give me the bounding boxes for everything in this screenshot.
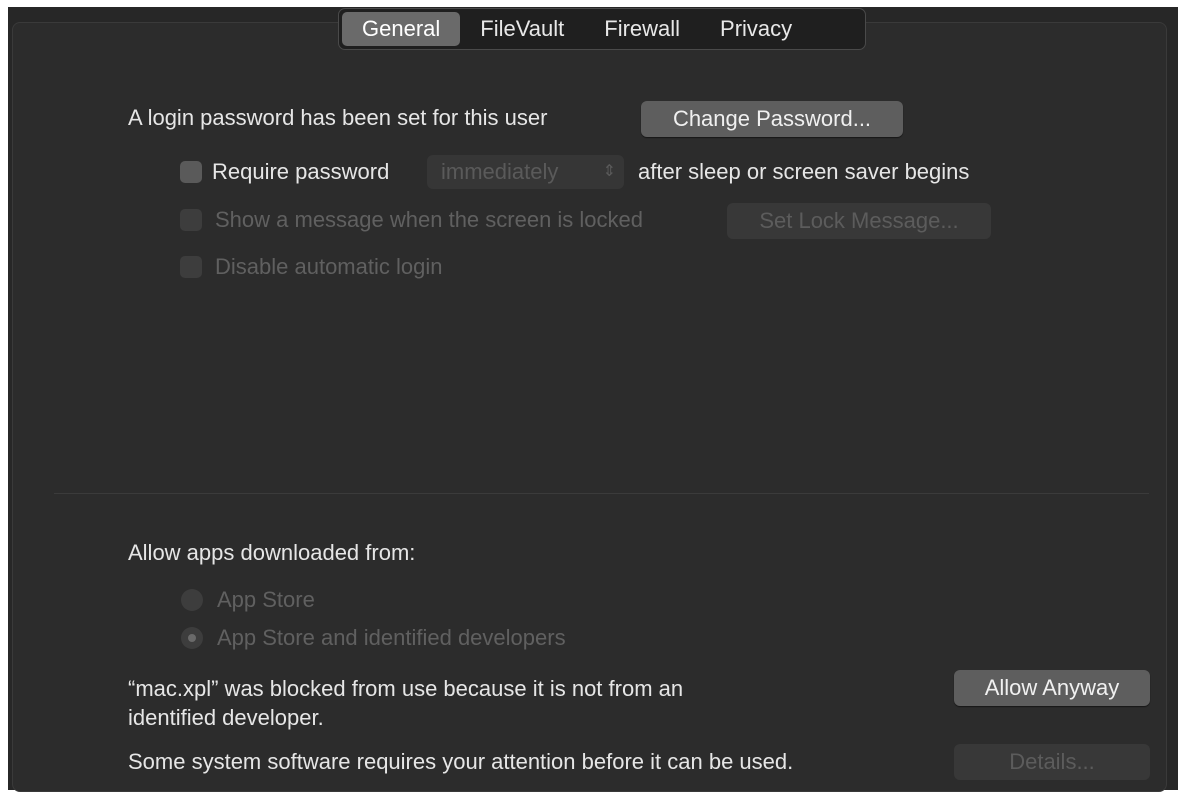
app-store-radio[interactable]	[181, 589, 203, 611]
tab-privacy[interactable]: Privacy	[700, 12, 812, 46]
app-store-identified-label: App Store and identified developers	[217, 625, 566, 650]
blocked-message-line1: “mac.xpl” was blocked from use because i…	[128, 676, 684, 701]
require-password-label: Require password	[212, 159, 390, 184]
tab-general[interactable]: General	[342, 12, 461, 46]
section-divider	[54, 493, 1149, 494]
allow-apps-heading: Allow apps downloaded from:	[128, 540, 416, 565]
show-message-checkbox[interactable]	[180, 209, 202, 231]
blocked-message-line2: identified developer.	[128, 705, 324, 730]
radio-selected-dot	[188, 634, 196, 642]
show-message-label: Show a message when the screen is locked	[215, 207, 644, 232]
password-delay-value: immediately	[441, 159, 559, 184]
disable-auto-login-label: Disable automatic login	[215, 254, 443, 279]
change-password-button[interactable]: Change Password...	[641, 101, 903, 137]
disable-auto-login-checkbox[interactable]	[180, 256, 202, 278]
password-delay-popup[interactable]: immediately ⇕	[427, 155, 624, 189]
tab-filevault[interactable]: FileVault	[460, 12, 584, 46]
details-button[interactable]: Details...	[954, 744, 1150, 780]
password-status-label: A login password has been set for this u…	[128, 105, 548, 130]
allow-anyway-button[interactable]: Allow Anyway	[954, 670, 1150, 706]
app-store-label: App Store	[217, 587, 315, 612]
tab-bar: General FileVault Firewall Privacy	[338, 8, 866, 50]
system-software-message: Some system software requires your atten…	[128, 749, 794, 774]
tab-firewall[interactable]: Firewall	[584, 12, 700, 46]
require-password-checkbox[interactable]	[180, 161, 202, 183]
chevron-updown-icon: ⇕	[602, 163, 616, 180]
app-store-identified-radio[interactable]	[181, 627, 203, 649]
set-lock-message-button[interactable]: Set Lock Message...	[727, 203, 991, 239]
require-password-suffix: after sleep or screen saver begins	[638, 159, 970, 184]
